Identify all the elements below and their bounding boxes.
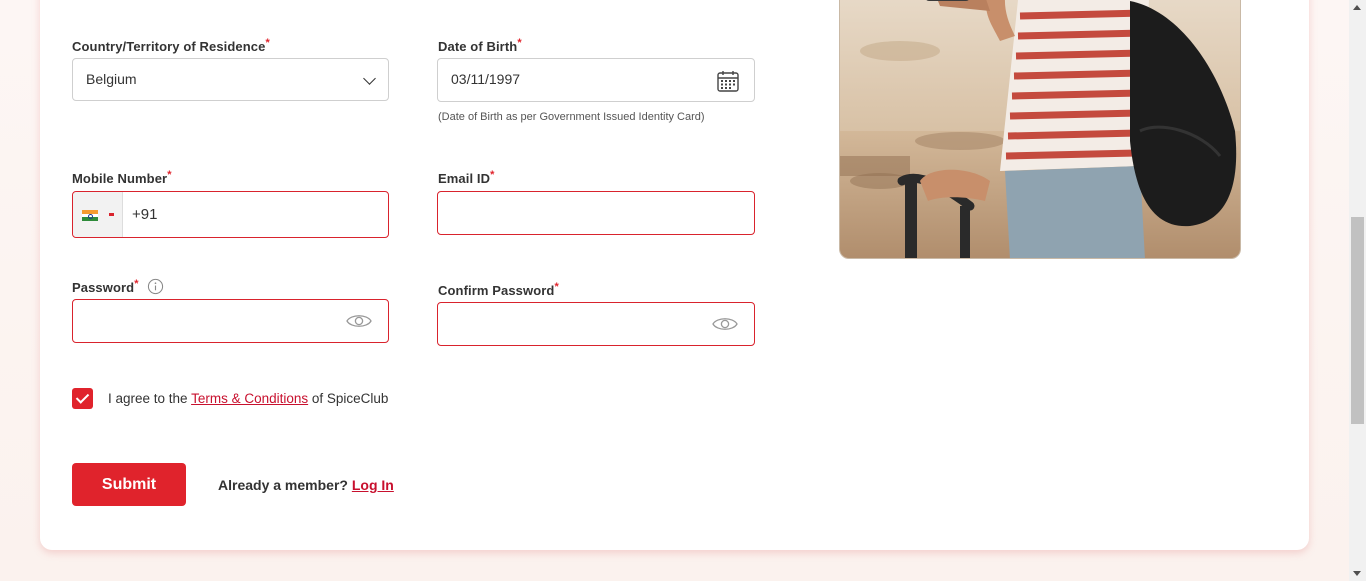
calendar-icon[interactable] (716, 69, 740, 93)
password-label-text: Password (72, 280, 135, 295)
dob-label: Date of Birth* (438, 37, 522, 54)
required-mark: * (134, 278, 139, 290)
required-mark: * (517, 37, 522, 49)
traveler-photo (839, 0, 1241, 259)
scroll-up-icon[interactable] (1353, 5, 1361, 10)
mobile-label-text: Mobile Number (72, 171, 168, 186)
traveler-illustration (840, 0, 1240, 258)
mobile-input[interactable]: +91 (72, 191, 389, 238)
required-mark: * (490, 169, 495, 181)
confirm-password-label-text: Confirm Password (438, 283, 555, 298)
country-value: Belgium (86, 71, 137, 87)
confirm-password-label: Confirm Password* (438, 281, 559, 298)
email-label: Email ID* (438, 169, 495, 186)
login-link[interactable]: Log In (352, 477, 394, 493)
email-input[interactable] (437, 191, 755, 235)
password-label: Password* (72, 278, 139, 295)
required-mark: * (167, 169, 172, 181)
dob-label-text: Date of Birth (438, 39, 518, 54)
chevron-down-icon (363, 72, 376, 85)
submit-button[interactable]: Submit (72, 463, 186, 506)
terms-suffix: of SpiceClub (308, 391, 389, 406)
info-icon[interactable] (147, 278, 164, 295)
dob-hint: (Date of Birth as per Government Issued … (438, 111, 705, 123)
caret-icon (109, 213, 114, 216)
country-select[interactable]: Belgium (72, 58, 389, 101)
terms-link[interactable]: Terms & Conditions (191, 391, 308, 406)
email-label-text: Email ID (438, 171, 491, 186)
eye-icon[interactable] (346, 312, 372, 330)
required-mark: * (265, 37, 270, 49)
dob-input[interactable]: 03/11/1997 (437, 58, 755, 102)
confirm-password-input[interactable] (437, 302, 755, 346)
page-scrollbar[interactable] (1349, 0, 1366, 581)
mobile-label: Mobile Number* (72, 169, 172, 186)
scroll-thumb[interactable] (1351, 217, 1364, 424)
dob-value: 03/11/1997 (451, 71, 521, 87)
india-flag-icon (82, 210, 98, 221)
terms-prefix: I agree to the (108, 391, 192, 406)
password-input[interactable] (72, 299, 389, 343)
terms-text: I agree to the Terms & Conditions of Spi… (108, 391, 388, 406)
scroll-down-icon[interactable] (1353, 571, 1361, 576)
terms-checkbox[interactable] (72, 388, 93, 409)
mobile-code: +91 (132, 206, 158, 223)
country-code-selector[interactable] (73, 192, 123, 237)
eye-icon[interactable] (712, 315, 738, 333)
country-label: Country/Territory of Residence* (72, 37, 270, 54)
member-text: Already a member? (218, 477, 352, 493)
required-mark: * (554, 281, 559, 293)
login-prompt: Already a member? Log In (218, 477, 394, 493)
country-label-text: Country/Territory of Residence (72, 39, 266, 54)
